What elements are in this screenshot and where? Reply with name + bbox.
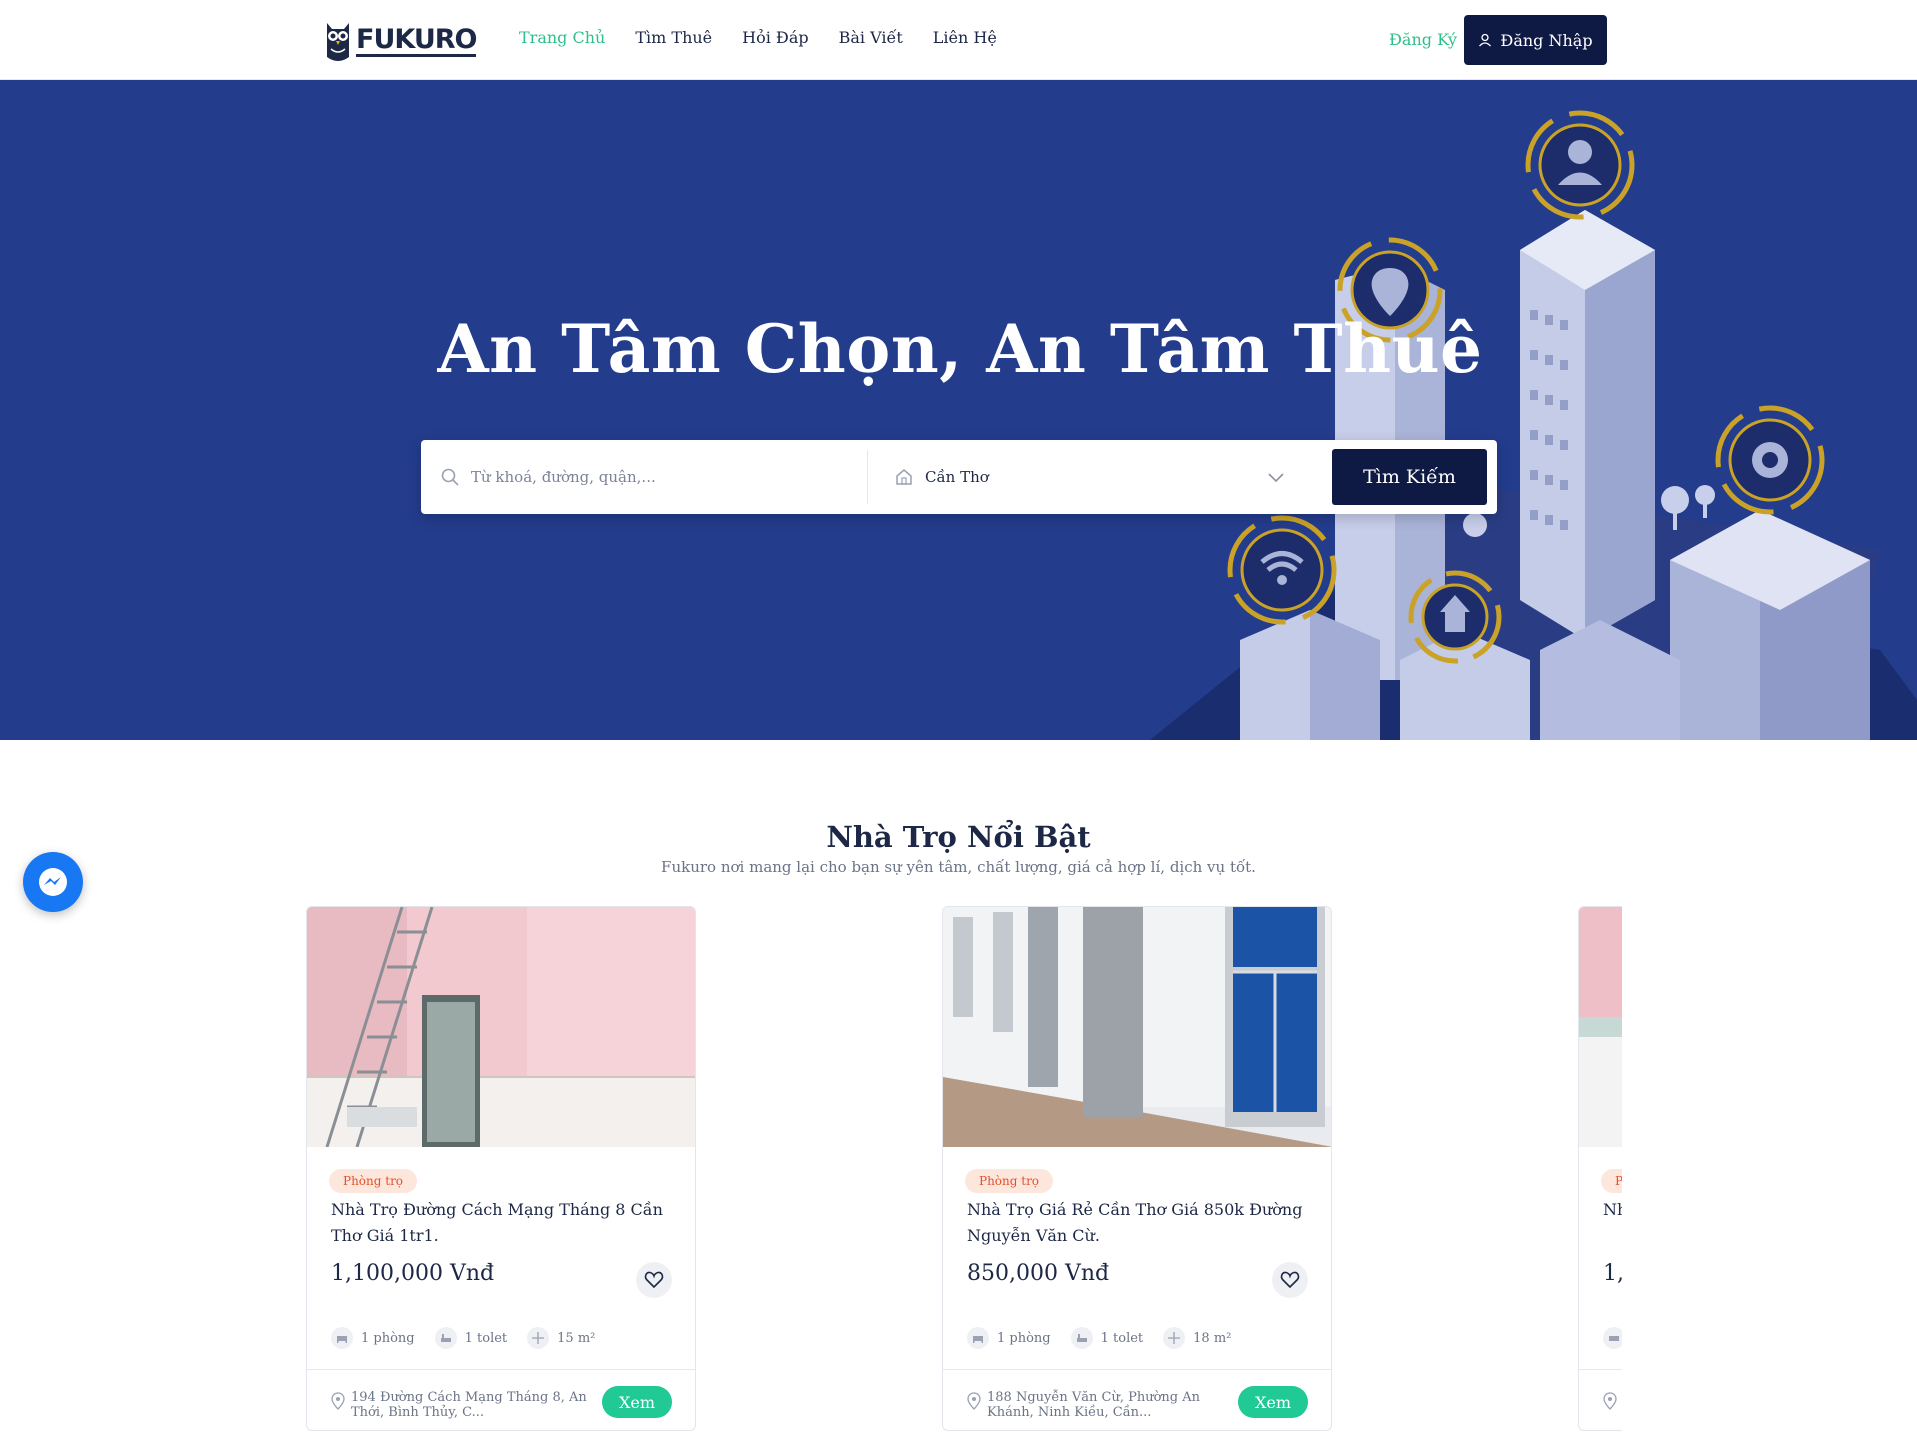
- listing-card[interactable]: Phòng trọ Nhà Trọ Đường Cách Mạng Tháng …: [306, 906, 696, 1431]
- login-button[interactable]: Đăng Nhập: [1464, 15, 1607, 65]
- city-select[interactable]: Cần Thơ: [895, 440, 1285, 514]
- nav-item-trang-chu[interactable]: Trang Chủ: [519, 28, 605, 47]
- feature-toilets: 1 tolet: [1070, 1327, 1144, 1349]
- area-value: 15 m²: [557, 1330, 596, 1346]
- nav-item-tim-thue[interactable]: Tìm Thuê: [635, 28, 712, 47]
- keyword-input[interactable]: [471, 468, 831, 486]
- listing-card[interactable]: Phòng trọ Nhà Trọ Giá Rẻ Cần Thơ Giá 850…: [942, 906, 1332, 1431]
- listing-address: 194 Đường Cách Mạng Tháng 8, An Thới, Bì…: [331, 1390, 591, 1420]
- area-value: 18 m²: [1193, 1330, 1232, 1346]
- toilets-value: 1 tolet: [1100, 1330, 1144, 1346]
- listing-image[interactable]: [1579, 907, 1622, 1147]
- hero-title: An Tâm Chọn, An Tâm Thuê: [437, 310, 1483, 388]
- nav-menu: Trang Chủ Tìm Thuê Hỏi Đáp Bài Viết Liên…: [519, 28, 997, 47]
- login-label: Đăng Nhập: [1500, 30, 1593, 50]
- listing-features: 1 phòng 1 tolet 18 m²: [967, 1327, 1231, 1349]
- city-illustration: [1150, 110, 1917, 740]
- listing-price: 1,5: [1603, 1261, 1622, 1286]
- bath-icon: [434, 1327, 457, 1349]
- category-badge: Phòng trọ: [329, 1169, 418, 1193]
- hero-banner: An Tâm Chọn, An Tâm Thuê Cần Thơ Tìm Kiế…: [0, 80, 1917, 740]
- listing-title[interactable]: Nhà Trọ 391: [1603, 1197, 1622, 1223]
- listing-title[interactable]: Nhà Trọ Đường Cách Mạng Tháng 8 Cần Thơ …: [331, 1197, 676, 1249]
- bath-icon: [1070, 1327, 1093, 1349]
- feature-rooms: 1 phòng: [331, 1327, 415, 1349]
- heart-icon: [644, 1271, 664, 1289]
- bed-icon: [1603, 1327, 1622, 1349]
- rooms-value: 1 phòng: [997, 1330, 1051, 1346]
- section-subtitle: Fukuro nơi mang lại cho bạn sự yên tâm, …: [661, 858, 1256, 876]
- view-button[interactable]: Xem: [1238, 1386, 1308, 1418]
- heart-icon: [1280, 1271, 1300, 1289]
- rooms-value: 1 phòng: [361, 1330, 415, 1346]
- listing-card[interactable]: Phòng trọ Nhà Trọ 391 1,5: [1578, 906, 1622, 1431]
- feature-toilets: 1 tolet: [434, 1327, 508, 1349]
- feature-area: 15 m²: [527, 1327, 595, 1349]
- address-text: 194 Đường Cách Mạng Tháng 8, An Thới, Bì…: [351, 1390, 587, 1420]
- nav-item-lien-he[interactable]: Liên Hệ: [933, 28, 997, 47]
- location-pin-icon: [967, 1392, 981, 1410]
- listing-image[interactable]: [307, 907, 695, 1147]
- favorite-button[interactable]: [636, 1262, 672, 1298]
- chevron-down-icon: [1268, 473, 1284, 483]
- view-button[interactable]: Xem: [602, 1386, 672, 1418]
- listing-features: [1603, 1327, 1622, 1349]
- listing-image[interactable]: [943, 907, 1331, 1147]
- listing-footer: 194 Đường Cách Mạng Tháng 8, An Thới, Bì…: [307, 1369, 695, 1430]
- location-pin-icon: [1603, 1392, 1617, 1410]
- listing-address: [1603, 1390, 1622, 1410]
- bed-icon: [331, 1327, 353, 1349]
- city-value: Cần Thơ: [925, 468, 989, 486]
- search-button[interactable]: Tìm Kiếm: [1332, 449, 1487, 505]
- listing-footer: [1579, 1369, 1622, 1430]
- area-icon: [527, 1327, 550, 1349]
- search-icon: [441, 468, 459, 486]
- register-link[interactable]: Đăng Ký: [1389, 30, 1457, 49]
- category-badge: Phòng trọ: [965, 1169, 1054, 1193]
- toilets-value: 1 tolet: [464, 1330, 508, 1346]
- address-text: 188 Nguyễn Văn Cừ, Phường An Khánh, Ninh…: [987, 1390, 1200, 1420]
- keyword-search: [441, 440, 851, 514]
- listing-title[interactable]: Nhà Trọ Giá Rẻ Cần Thơ Giá 850k Đường Ng…: [967, 1197, 1312, 1249]
- section-title: Nhà Trọ Nổi Bật: [826, 820, 1091, 854]
- listing-address: 188 Nguyễn Văn Cừ, Phường An Khánh, Ninh…: [967, 1390, 1227, 1420]
- feature-area: 18 m²: [1163, 1327, 1231, 1349]
- feature-rooms: 1 phòng: [967, 1327, 1051, 1349]
- listing-price: 850,000 Vnđ: [967, 1261, 1110, 1286]
- listing-features: 1 phòng 1 tolet 15 m²: [331, 1327, 595, 1349]
- listing-carousel: Phòng trọ Nhà Trọ Đường Cách Mạng Tháng …: [306, 906, 1622, 1437]
- nav-item-bai-viet[interactable]: Bài Viết: [839, 28, 903, 47]
- home-icon: [896, 469, 912, 485]
- user-icon: [1479, 33, 1492, 47]
- feature-rooms: [1603, 1327, 1622, 1349]
- listing-footer: 188 Nguyễn Văn Cừ, Phường An Khánh, Ninh…: [943, 1369, 1331, 1430]
- listing-price: 1,100,000 Vnđ: [331, 1261, 495, 1286]
- logo[interactable]: FUKURO: [324, 16, 477, 66]
- search-divider: [867, 450, 868, 504]
- nav-item-hoi-dap[interactable]: Hỏi Đáp: [742, 28, 808, 47]
- bed-icon: [967, 1327, 989, 1349]
- owl-icon: [327, 23, 349, 61]
- location-pin-icon: [331, 1392, 345, 1410]
- area-icon: [1163, 1327, 1186, 1349]
- logo-text: FUKURO: [356, 23, 477, 57]
- favorite-button[interactable]: [1272, 1262, 1308, 1298]
- category-badge: Phòng trọ: [1601, 1169, 1622, 1193]
- search-bar: Cần Thơ Tìm Kiếm: [421, 440, 1497, 514]
- navbar: FUKURO Trang Chủ Tìm Thuê Hỏi Đáp Bài Vi…: [0, 0, 1917, 80]
